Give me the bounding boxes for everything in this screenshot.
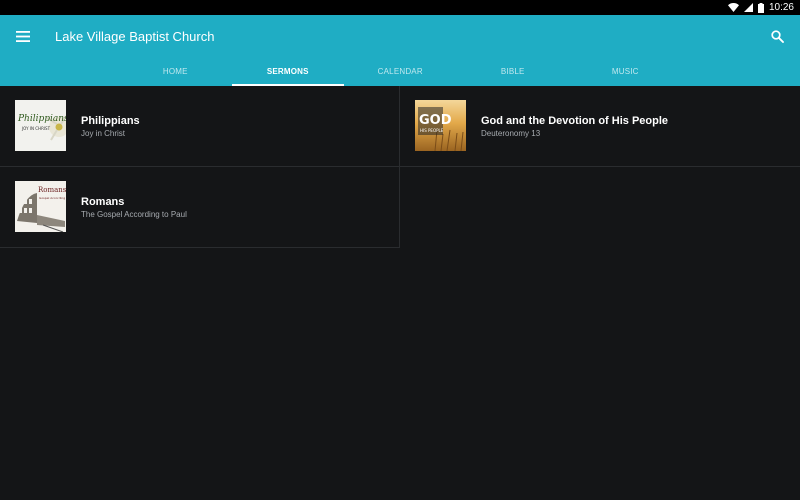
sermon-thumbnail: GOD HIS PEOPLE [415, 100, 466, 151]
app-bar: Lake Village Baptist Church HOME SERMONS… [0, 15, 800, 86]
tab-home[interactable]: HOME [119, 57, 232, 86]
hamburger-menu-icon[interactable] [14, 27, 32, 45]
thumb-sub-text: HIS PEOPLE [420, 128, 444, 133]
sermon-thumbnail: Romans Gospel According [15, 181, 66, 232]
wifi-icon [727, 3, 739, 12]
tab-bar: HOME SERMONS CALENDAR BIBLE MUSIC [119, 57, 682, 86]
status-bar: 10:26 [0, 0, 800, 15]
sermon-title: Philippians [81, 115, 140, 127]
sermon-card-philippians[interactable]: Philippians JOY IN CHRIST Philippians Jo… [0, 86, 400, 167]
tab-calendar[interactable]: CALENDAR [344, 57, 457, 86]
sermon-subtitle: Deuteronomy 13 [481, 129, 541, 138]
sermon-card-god-devotion[interactable]: GOD HIS PEOPLE God and the Devotion of H… [400, 86, 800, 167]
app-title: Lake Village Baptist Church [55, 29, 215, 44]
sermon-title: Romans [81, 196, 125, 208]
search-icon[interactable] [768, 27, 786, 45]
thumb-title-text: GOD [419, 113, 452, 128]
thumb-sub-text: JOY IN CHRIST [21, 126, 51, 131]
sermon-card-romans[interactable]: Romans Gospel According Romans The Gospe… [0, 167, 400, 248]
sermon-thumbnail: Philippians JOY IN CHRIST [15, 100, 66, 151]
thumb-title-text: Romans [38, 186, 66, 194]
sermon-subtitle: The Gospel According to Paul [81, 210, 187, 219]
tab-music[interactable]: MUSIC [569, 57, 682, 86]
tab-bible[interactable]: BIBLE [457, 57, 570, 86]
thumb-title-text: Philippians [17, 114, 66, 124]
signal-icon [743, 3, 753, 12]
tab-sermons[interactable]: SERMONS [231, 57, 345, 86]
sermon-title: God and the Devotion of His People [481, 115, 669, 127]
thumb-sub-text: Gospel According [39, 196, 65, 200]
status-time: 10:26 [768, 2, 794, 13]
battery-icon [757, 2, 764, 13]
sermon-subtitle: Joy in Christ [81, 129, 126, 138]
